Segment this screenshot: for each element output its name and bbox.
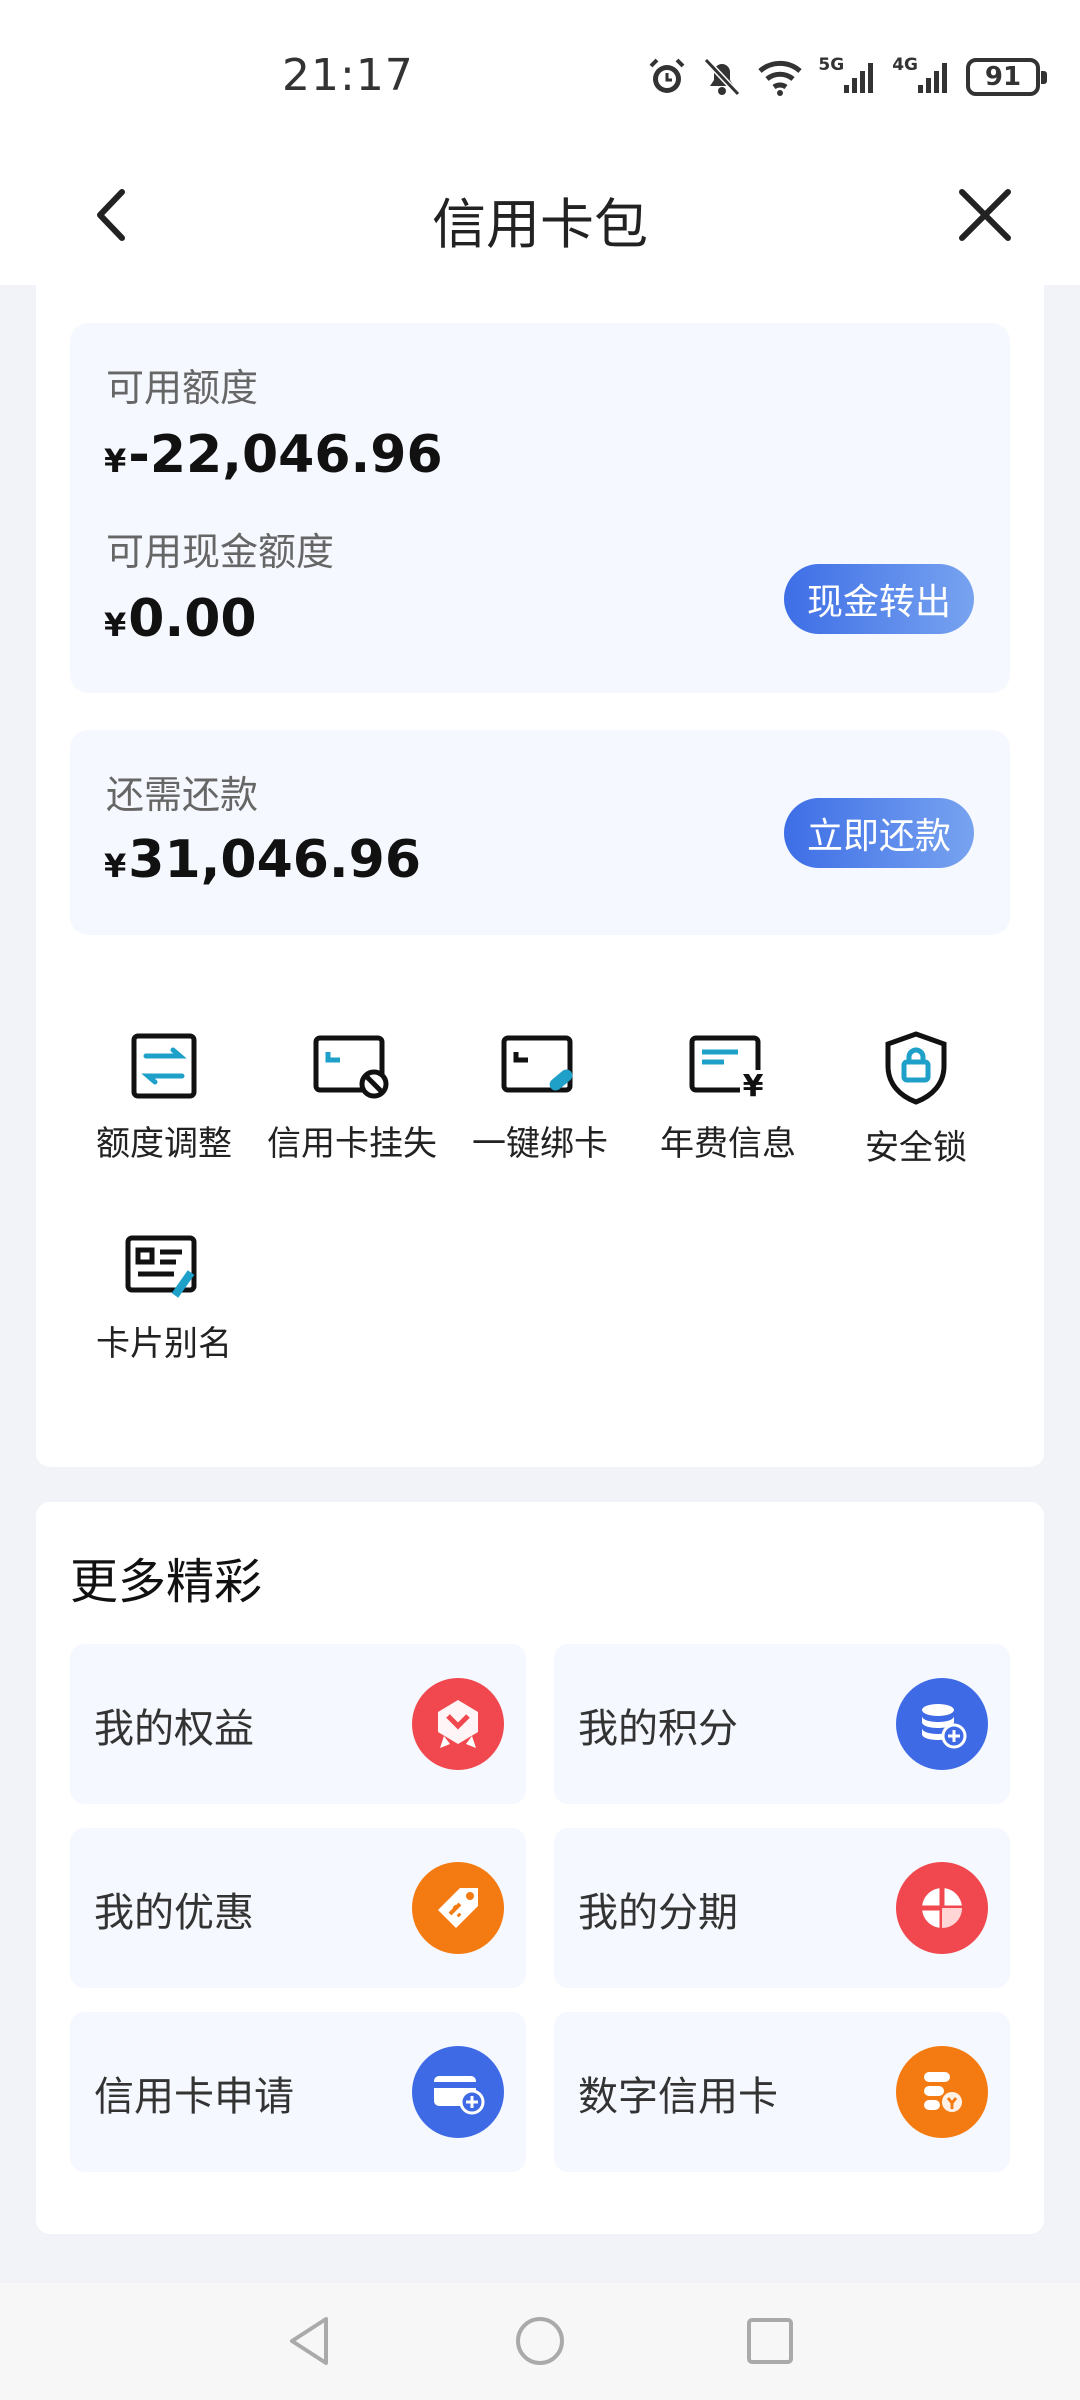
card-lost-icon xyxy=(313,1035,389,1099)
repay-label: 还需还款 xyxy=(106,773,259,817)
tile-label: 我的分期 xyxy=(578,1890,738,1936)
section-title: 更多精彩 xyxy=(70,1554,263,1610)
card-apply-icon xyxy=(412,2046,504,2138)
battery-icon: 91 xyxy=(966,58,1047,96)
points-icon xyxy=(896,1678,988,1770)
limit-panel: 可用额度 ¥-22,046.96 可用现金额度 ¥0.00 现金转出 xyxy=(70,323,1010,693)
close-icon[interactable] xyxy=(950,180,1020,250)
alarm-icon xyxy=(649,58,685,93)
func-card-lost[interactable]: 信用卡挂失 xyxy=(258,1030,446,1165)
func-label: 年费信息 xyxy=(660,1124,796,1164)
tile-label: 我的优惠 xyxy=(94,1890,254,1936)
repay-amount: ¥31,046.96 xyxy=(104,830,421,890)
tile-label: 我的积分 xyxy=(578,1706,738,1752)
func-security-lock[interactable]: 安全锁 xyxy=(822,1030,1010,1169)
annual-fee-icon: ¥ xyxy=(689,1035,766,1102)
tile-label: 信用卡申请 xyxy=(94,2074,294,2120)
repay-value: 31,046.96 xyxy=(128,830,422,890)
page-title: 信用卡包 xyxy=(432,193,648,256)
tile-label: 数字信用卡 xyxy=(578,2074,778,2120)
battery-level: 91 xyxy=(984,62,1022,92)
network-4g-label: 4G xyxy=(892,55,918,75)
status-time: 21:17 xyxy=(282,50,414,101)
nav-bar: 信用卡包 xyxy=(0,150,1080,285)
currency-symbol: ¥ xyxy=(104,606,127,644)
tile-my-rights[interactable]: 我的权益 xyxy=(70,1644,526,1804)
func-bind-card[interactable]: 一键绑卡 xyxy=(446,1030,634,1165)
currency-symbol: ¥ xyxy=(104,442,127,480)
cash-limit-label: 可用现金额度 xyxy=(106,530,335,574)
func-label: 安全锁 xyxy=(865,1128,967,1168)
cash-limit-value: 0.00 xyxy=(128,589,257,649)
tile-my-installments[interactable]: 我的分期 xyxy=(554,1828,1010,1988)
status-bar: 21:17 5G 4G 91 xyxy=(0,0,1080,150)
svg-text:¥: ¥ xyxy=(743,1069,764,1102)
network-5g-label: 5G xyxy=(818,55,845,75)
tile-my-discounts[interactable]: 我的优惠 xyxy=(70,1828,526,1988)
back-triangle-icon[interactable] xyxy=(280,2311,340,2371)
more-section: 更多精彩 我的权益 我的积分 我的优惠 我的分期 信用卡申请 数字信用卡 xyxy=(36,1502,1044,2234)
func-label: 信用卡挂失 xyxy=(267,1124,437,1164)
func-label: 卡片别名 xyxy=(96,1324,232,1364)
func-card-alias[interactable]: 卡片别名 xyxy=(70,1230,258,1365)
installment-icon xyxy=(896,1862,988,1954)
security-lock-icon xyxy=(885,1031,947,1105)
tile-card-apply[interactable]: 信用卡申请 xyxy=(70,2012,526,2172)
signal-icon xyxy=(844,63,874,93)
rights-icon xyxy=(412,1678,504,1770)
func-annual-fee[interactable]: ¥ 年费信息 xyxy=(634,1030,822,1165)
available-limit-label: 可用额度 xyxy=(106,366,259,410)
signal-icon xyxy=(918,63,947,93)
limit-adjust-icon xyxy=(131,1033,197,1099)
currency-symbol: ¥ xyxy=(104,847,127,885)
available-limit-value: -22,046.96 xyxy=(128,425,443,485)
tile-digital-card[interactable]: 数字信用卡 xyxy=(554,2012,1010,2172)
func-label: 一键绑卡 xyxy=(472,1124,608,1164)
cash-limit-amount: ¥0.00 xyxy=(104,589,257,649)
tile-my-points[interactable]: 我的积分 xyxy=(554,1644,1010,1804)
credit-card-summary: 可用额度 ¥-22,046.96 可用现金额度 ¥0.00 现金转出 还需还款 … xyxy=(36,285,1044,1467)
mute-icon xyxy=(704,57,741,97)
repay-now-button[interactable]: 立即还款 xyxy=(784,798,974,868)
status-icons: 5G 4G 91 xyxy=(646,52,1047,102)
tile-label: 我的权益 xyxy=(94,1706,254,1752)
bind-card-icon xyxy=(501,1035,573,1093)
func-label: 额度调整 xyxy=(96,1124,232,1164)
cash-out-button[interactable]: 现金转出 xyxy=(784,564,974,634)
available-limit-amount: ¥-22,046.96 xyxy=(104,425,443,485)
digital-card-icon xyxy=(896,2046,988,2138)
home-circle-icon[interactable] xyxy=(510,2311,570,2371)
discount-icon xyxy=(412,1862,504,1954)
recent-apps-icon[interactable] xyxy=(740,2311,800,2371)
card-alias-icon xyxy=(125,1235,197,1298)
repay-panel: 还需还款 ¥31,046.96 立即还款 xyxy=(70,730,1010,935)
func-limit-adjust[interactable]: 额度调整 xyxy=(70,1030,258,1165)
wifi-icon xyxy=(758,60,803,96)
system-nav-bar xyxy=(0,2283,1080,2400)
